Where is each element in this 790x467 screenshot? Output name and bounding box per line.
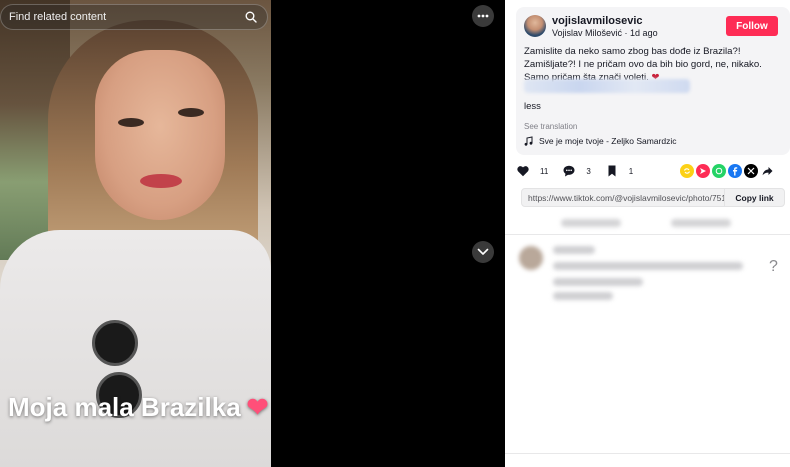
- comment-more-icon[interactable]: ?: [769, 258, 778, 276]
- post-photo[interactable]: Moja mala Brazilka ❤: [0, 0, 271, 467]
- send-icon[interactable]: [696, 164, 710, 178]
- avatar[interactable]: [524, 15, 546, 37]
- comment-icon: [563, 165, 575, 177]
- like-count: 11: [540, 166, 549, 176]
- photo-lips: [140, 174, 182, 188]
- comment-avatar: [519, 246, 543, 270]
- post-info-card: vojislavmilosevic Vojislav Milošević · 1…: [516, 7, 790, 155]
- media-stage: Moja mala Brazilka ❤: [0, 0, 505, 467]
- repost-icon[interactable]: [680, 164, 694, 178]
- photo-face: [95, 50, 225, 220]
- photo-caption: Moja mala Brazilka ❤: [8, 392, 268, 423]
- comment-meta-blur: [553, 278, 643, 286]
- comment-tabs-blurred: [521, 214, 785, 234]
- find-related-search[interactable]: [0, 4, 268, 30]
- comment-author-blur: [553, 246, 595, 254]
- post-time: 1d ago: [630, 28, 658, 38]
- comment-count: 3: [586, 166, 591, 176]
- description-text: Zamislite da neko samo zbog bas dođe iz …: [524, 46, 762, 83]
- blurred-hashtags: [524, 79, 690, 93]
- comment-text-blur: [553, 262, 743, 270]
- blurred-tab-right: [671, 219, 731, 227]
- bottom-divider: [505, 453, 790, 454]
- more-options-button[interactable]: [472, 5, 494, 27]
- search-icon[interactable]: [243, 9, 259, 25]
- like-button[interactable]: 11: [516, 164, 548, 178]
- facebook-icon[interactable]: [728, 164, 742, 178]
- save-count: 1: [628, 166, 634, 176]
- display-name: Vojislav Milošević: [552, 28, 623, 38]
- search-input[interactable]: [9, 11, 243, 23]
- link-row: https://www.tiktok.com/@vojislavmilosevi…: [521, 188, 785, 207]
- bookmark-icon: [608, 165, 616, 177]
- comment-button[interactable]: 3: [562, 164, 591, 178]
- copy-link-button[interactable]: Copy link: [724, 189, 784, 206]
- x-icon[interactable]: [744, 164, 758, 178]
- photo-eye-left: [118, 118, 144, 127]
- photo-eye-right: [178, 108, 204, 117]
- share-arrow-icon[interactable]: [760, 164, 774, 178]
- see-translation-link[interactable]: See translation: [524, 122, 577, 131]
- more-dots-icon: [477, 14, 489, 18]
- music-link[interactable]: Sve je moje tvoje - Zeljko Samardzic: [524, 136, 676, 146]
- post-url[interactable]: https://www.tiktok.com/@vojislavmilosevi…: [522, 193, 724, 203]
- less-toggle[interactable]: less: [524, 101, 541, 112]
- follow-button[interactable]: Follow: [726, 16, 778, 36]
- username[interactable]: vojislavmilosevic: [552, 15, 643, 27]
- blurred-tab-left: [561, 219, 621, 227]
- share-icons: [680, 164, 774, 178]
- heart-icon: [517, 166, 529, 177]
- next-video-button[interactable]: [472, 241, 494, 263]
- details-panel: vojislavmilosevic Vojislav Milošević · 1…: [505, 0, 790, 467]
- photo-glasses-top: [92, 320, 138, 366]
- save-button[interactable]: 1: [605, 164, 633, 178]
- author-subline: Vojislav Milošević · 1d ago: [552, 28, 658, 38]
- chevron-down-icon: [477, 248, 489, 255]
- comment-reply-blur: [553, 292, 613, 300]
- blurred-comment: ?: [519, 242, 785, 302]
- caption-heart-emoji: ❤: [246, 392, 269, 422]
- whatsapp-icon[interactable]: [712, 164, 726, 178]
- caption-text: Moja mala Brazilka: [8, 392, 241, 422]
- music-title: Sve je moje tvoje - Zeljko Samardzic: [539, 136, 677, 146]
- music-note-icon: [524, 136, 533, 146]
- divider: [505, 234, 790, 235]
